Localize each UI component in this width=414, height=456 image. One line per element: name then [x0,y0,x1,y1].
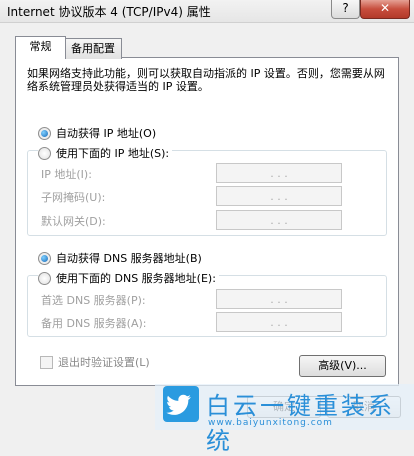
intro-text: 如果网络支持此功能，则可以获取自动指派的 IP 设置。否则，您需要从网络系统管理… [27,67,385,93]
ip-address-label: IP 地址(I): [41,168,92,181]
default-gateway-label: 默认网关(D): [41,215,106,228]
validate-on-exit-checkbox[interactable] [40,355,53,369]
dns-auto-label: 自动获得 DNS 服务器地址(B) [56,252,202,265]
advanced-button[interactable]: 高级(V)... [299,355,386,377]
dns-manual-option[interactable]: 使用下面的 DNS 服务器地址(E): [38,270,219,286]
subnet-mask-input[interactable]: . . . [216,186,342,206]
ip-address-input[interactable]: . . . [216,163,342,183]
default-gateway-input[interactable]: . . . [216,210,342,230]
subnet-mask-label: 子网掩码(U): [41,191,106,204]
ip-manual-label: 使用下面的 IP 地址(S): [56,147,170,160]
watermark-url: www.baiyunxitong.com [208,418,333,428]
twitter-bird-icon [163,386,199,422]
help-button[interactable]: ? [331,0,360,19]
window-title: Internet 协议版本 4 (TCP/IPv4) 属性 [7,5,211,19]
tab-general[interactable]: 常规 [15,36,66,59]
dns-manual-label: 使用下面的 DNS 服务器地址(E): [56,272,216,285]
tab-alternate-config[interactable]: 备用配置 [64,38,122,59]
validate-on-exit-option[interactable]: 退出时验证设置(L) [40,354,150,370]
ip-manual-radio[interactable] [38,146,51,160]
preferred-dns-label: 首选 DNS 服务器(P): [41,294,146,307]
ip-auto-label: 自动获得 IP 地址(O) [56,127,157,140]
dns-auto-radio[interactable] [38,251,51,265]
ip-auto-option[interactable]: 自动获得 IP 地址(O) [38,125,156,141]
validate-on-exit-label: 退出时验证设置(L) [58,356,150,369]
close-button[interactable]: ✕ [360,0,410,19]
ip-manual-option[interactable]: 使用下面的 IP 地址(S): [38,145,173,161]
preferred-dns-input[interactable]: . . . [216,289,342,309]
dns-manual-radio[interactable] [38,271,51,285]
title-bar: Internet 协议版本 4 (TCP/IPv4) 属性 ? ✕ [0,0,414,23]
dns-auto-option[interactable]: 自动获得 DNS 服务器地址(B) [38,250,202,266]
general-panel: 如果网络支持此功能，则可以获取自动指派的 IP 设置。否则，您需要从网络系统管理… [15,57,399,386]
alternate-dns-input[interactable]: . . . [216,312,342,332]
ip-auto-radio[interactable] [38,126,51,140]
alternate-dns-label: 备用 DNS 服务器(A): [41,317,147,330]
